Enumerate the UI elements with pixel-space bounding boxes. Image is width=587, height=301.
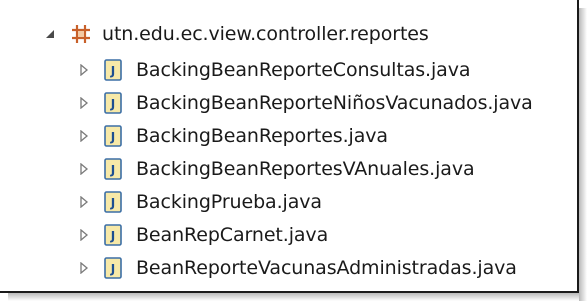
expand-arrow-icon[interactable] xyxy=(76,161,92,177)
java-file-icon: J xyxy=(104,125,122,147)
file-label: BackingBeanReporteConsultas.java xyxy=(136,59,471,81)
package-icon xyxy=(70,23,92,45)
tree-item-file[interactable]: J BeanReporteVacunasAdministradas.java xyxy=(76,253,517,283)
tree-item-file[interactable]: J BackingBeanReporteNiñosVacunados.java xyxy=(76,88,533,118)
file-label: BackingBeanReporteNiñosVacunados.java xyxy=(136,92,533,114)
svg-text:J: J xyxy=(110,64,115,78)
tree-item-file[interactable]: J BackingBeanReportesVAnuales.java xyxy=(76,154,475,184)
expand-arrow-icon[interactable] xyxy=(76,260,92,276)
file-label: BeanRepCarnet.java xyxy=(136,224,329,246)
tree-item-file[interactable]: J BackingPrueba.java xyxy=(76,187,322,217)
svg-text:J: J xyxy=(110,130,115,144)
file-label: BackingBeanReportes.java xyxy=(136,125,388,147)
expand-arrow-icon[interactable] xyxy=(76,62,92,78)
package-explorer-tree: utn.edu.ec.view.controller.reportes J Ba… xyxy=(0,0,577,291)
expand-arrow-icon[interactable] xyxy=(76,227,92,243)
file-label: BackingPrueba.java xyxy=(136,191,322,213)
window-shadow-bottom xyxy=(8,293,579,301)
java-file-icon: J xyxy=(104,224,122,246)
java-file-icon: J xyxy=(104,158,122,180)
svg-text:J: J xyxy=(110,196,115,210)
java-file-icon: J xyxy=(104,257,122,279)
java-file-icon: J xyxy=(104,92,122,114)
svg-text:J: J xyxy=(110,262,115,276)
tree-item-file[interactable]: J BackingBeanReportes.java xyxy=(76,121,388,151)
expand-arrow-icon[interactable] xyxy=(76,128,92,144)
java-file-icon: J xyxy=(104,59,122,81)
expand-arrow-icon[interactable] xyxy=(76,95,92,111)
svg-text:J: J xyxy=(110,97,115,111)
svg-text:J: J xyxy=(110,163,115,177)
tree-item-file[interactable]: J BeanRepCarnet.java xyxy=(76,220,328,250)
tree-item-package[interactable]: utn.edu.ec.view.controller.reportes xyxy=(42,19,429,49)
package-label: utn.edu.ec.view.controller.reportes xyxy=(102,23,429,45)
collapse-arrow-icon[interactable] xyxy=(42,26,58,42)
file-label: BackingBeanReportesVAnuales.java xyxy=(136,158,475,180)
expand-arrow-icon[interactable] xyxy=(76,194,92,210)
window-shadow-right xyxy=(579,8,587,301)
svg-text:J: J xyxy=(110,229,115,243)
file-label: BeanReporteVacunasAdministradas.java xyxy=(136,257,517,279)
java-file-icon: J xyxy=(104,191,122,213)
tree-item-file[interactable]: J BackingBeanReporteConsultas.java xyxy=(76,55,470,85)
